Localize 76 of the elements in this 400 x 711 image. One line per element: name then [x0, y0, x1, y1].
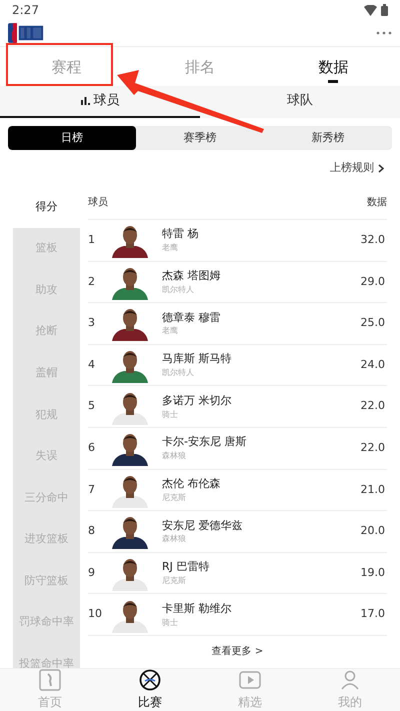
- basketball-icon: [139, 669, 161, 691]
- wifi-icon: [364, 4, 377, 16]
- rank-number: 6: [88, 440, 96, 456]
- player-name: 杰森 塔图姆: [162, 269, 222, 283]
- play-icon: [239, 669, 261, 691]
- rules-link[interactable]: 上榜规则: [330, 160, 384, 176]
- stat-value: 32.0: [360, 232, 385, 248]
- stat-value: 21.0: [360, 482, 385, 498]
- team-name: 森林狼: [162, 534, 187, 544]
- rank-number: 5: [88, 398, 96, 414]
- stat-value: 22.0: [360, 398, 385, 414]
- tab[interactable]: 数据: [310, 50, 356, 84]
- category-item[interactable]: 篮板: [13, 228, 80, 270]
- rank-number: 3: [88, 315, 96, 332]
- category-item[interactable]: 罚球命中率: [13, 602, 80, 644]
- column-header: 数据: [367, 196, 387, 210]
- rank-number: 8: [88, 523, 96, 540]
- player-name: 安东尼 爱德华兹: [162, 518, 244, 532]
- nav-item[interactable]: 精选: [200, 669, 300, 711]
- rank-number: 2: [88, 274, 96, 290]
- team-name: 老鹰: [162, 326, 179, 336]
- team-name: 老鹰: [162, 243, 179, 254]
- stat-value: 24.0: [360, 356, 385, 373]
- segment-tab[interactable]: 日榜: [8, 126, 136, 150]
- team-name: 尼克斯: [162, 492, 187, 503]
- team-name: 凯尔特人: [162, 284, 195, 295]
- category-item[interactable]: 犯规: [13, 394, 80, 436]
- stat-value: 29.0: [360, 274, 385, 290]
- stat-value: 19.0: [360, 564, 385, 581]
- category-item[interactable]: 进攻篮板: [13, 518, 80, 560]
- team-name: 骑士: [162, 618, 179, 628]
- player-name: 卡尔-安东尼 唐斯: [162, 435, 248, 450]
- team-name: 尼克斯: [162, 576, 187, 586]
- player-name: 德章泰 穆雷: [162, 310, 222, 324]
- nav-item[interactable]: 我的: [300, 669, 400, 711]
- more-link[interactable]: 查看更多 >: [212, 644, 264, 659]
- stat-value: 17.0: [360, 606, 385, 622]
- category-item[interactable]: 失误: [13, 436, 80, 478]
- category-item[interactable]: 三分命中: [13, 477, 80, 519]
- battery-icon: [381, 4, 388, 16]
- status-time: 2:27: [12, 2, 39, 19]
- player-name: 多诺万 米切尔: [162, 394, 232, 408]
- tab[interactable]: 排名: [176, 50, 223, 84]
- player-name: RJ 巴雷特: [162, 560, 210, 574]
- segment-tab[interactable]: 赛季榜: [136, 126, 264, 150]
- rank-number: 1: [88, 232, 96, 248]
- stat-value: 25.0: [360, 315, 385, 332]
- rank-number: 9: [88, 564, 96, 581]
- nav-item[interactable]: 首页: [0, 669, 100, 711]
- segment-tab[interactable]: 新秀榜: [264, 126, 392, 150]
- team-name: 森林狼: [162, 451, 187, 462]
- stat-value: 22.0: [360, 440, 385, 456]
- category-item[interactable]: 助攻: [13, 269, 80, 311]
- tab[interactable]: 赛程: [44, 50, 90, 84]
- stat-value: 20.0: [360, 523, 385, 540]
- player-name: 马库斯 斯马特: [162, 352, 232, 366]
- player-name: 卡里斯 勒维尔: [162, 602, 232, 616]
- nav-item[interactable]: 比赛: [100, 669, 200, 711]
- rank-number: 4: [88, 356, 96, 373]
- chevron-right-icon: [378, 164, 384, 172]
- player-name: 特雷 杨: [162, 227, 200, 242]
- sub-tab[interactable]: 球队: [200, 86, 400, 118]
- rank-number: 7: [88, 482, 96, 498]
- logo-icon: [39, 669, 61, 691]
- team-name: 骑士: [162, 410, 179, 420]
- column-header: 球员: [88, 196, 108, 210]
- team-name: 凯尔特人: [162, 368, 195, 378]
- category-item[interactable]: 盖帽: [13, 352, 80, 394]
- more-icon[interactable]: [376, 31, 392, 35]
- player-name: 杰伦 布伦森: [162, 476, 222, 491]
- category-item[interactable]: 防守篮板: [13, 560, 80, 602]
- league-logo: [8, 23, 44, 43]
- user-icon: [339, 669, 361, 691]
- category-item[interactable]: 得分: [13, 186, 80, 228]
- rank-number: 10: [88, 606, 103, 622]
- category-item[interactable]: 抢断: [13, 310, 80, 352]
